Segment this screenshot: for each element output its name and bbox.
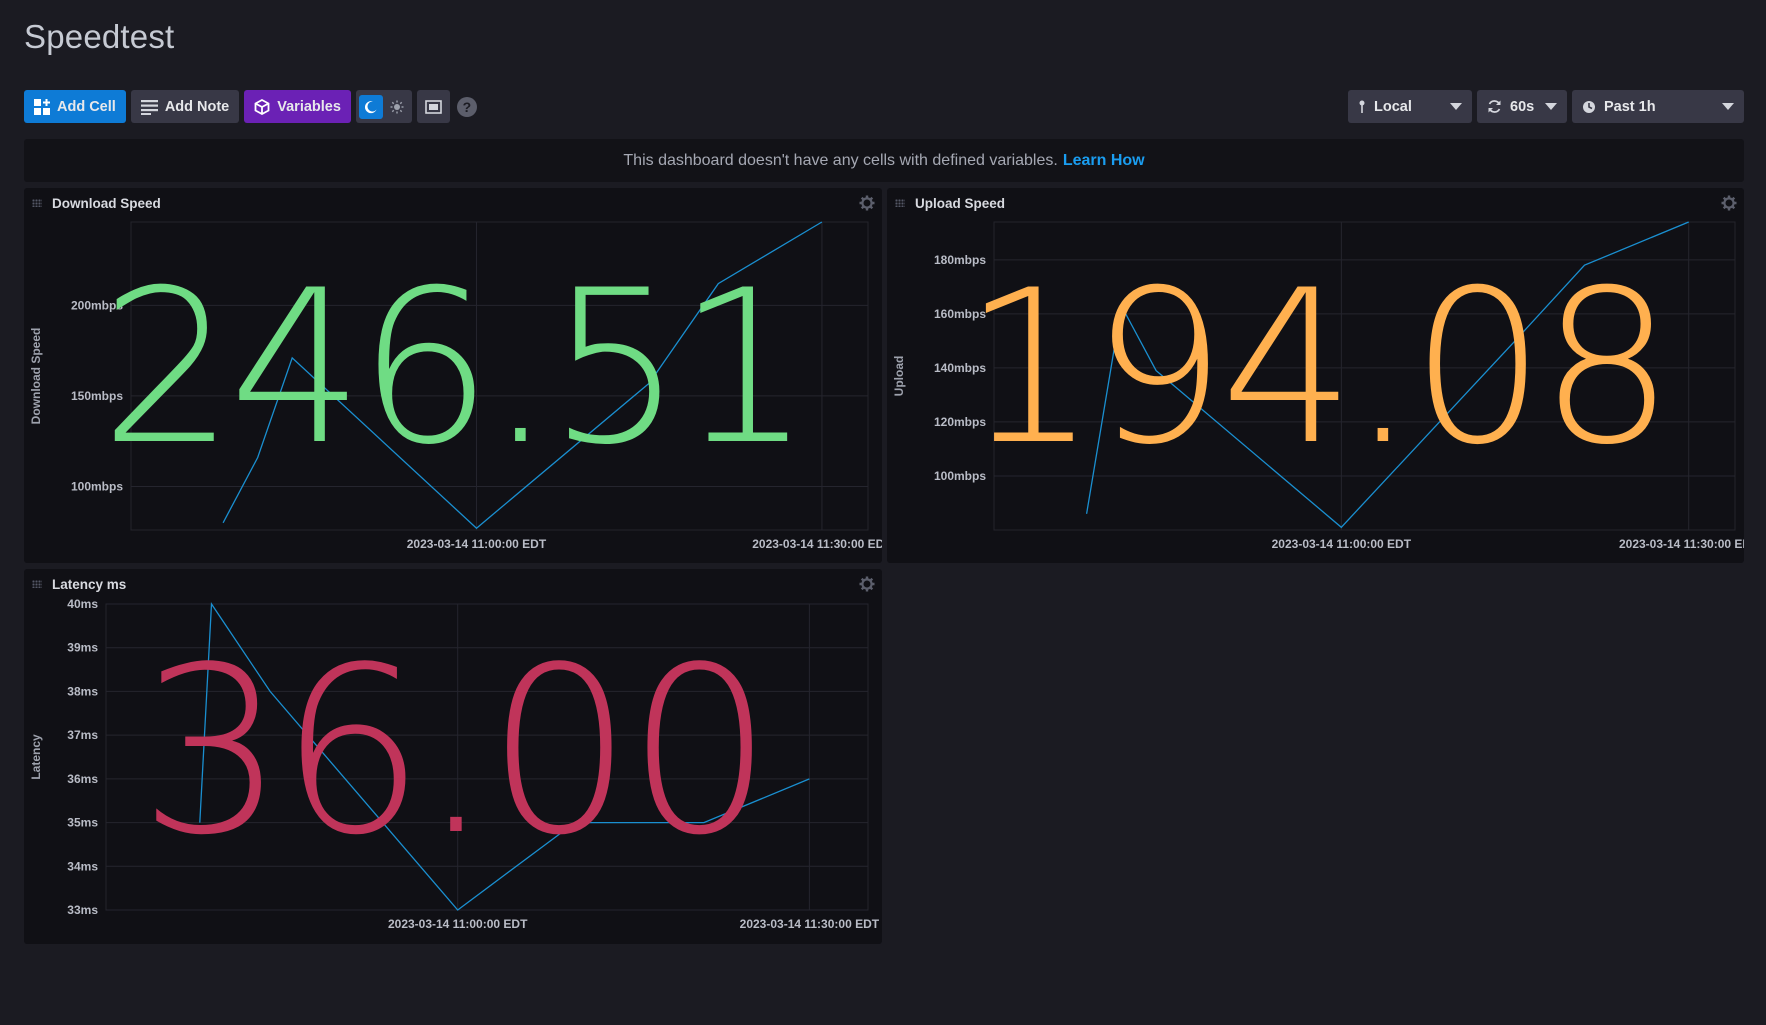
fullscreen-icon bbox=[425, 99, 442, 114]
x-tick-label: 2023-03-14 11:00:00 EDT bbox=[1272, 537, 1412, 551]
add-cell-label: Add Cell bbox=[57, 98, 116, 115]
refresh-value: 60s bbox=[1510, 98, 1535, 115]
y-tick-label: 34ms bbox=[67, 859, 98, 873]
gear-icon[interactable] bbox=[859, 195, 875, 211]
chevron-down-icon bbox=[1450, 103, 1462, 110]
gear-icon[interactable] bbox=[1721, 195, 1737, 211]
variables-button[interactable]: Variables bbox=[244, 90, 351, 123]
x-tick-label: 2023-03-14 11:30:00 EDT bbox=[1619, 537, 1744, 551]
y-tick-label: 140mbps bbox=[934, 361, 986, 375]
light-mode-option[interactable] bbox=[385, 95, 409, 119]
x-tick-label: 2023-03-14 11:30:00 EDT bbox=[740, 917, 880, 931]
cell-header: Download Speed bbox=[24, 188, 882, 216]
y-tick-label: 33ms bbox=[67, 903, 98, 917]
gear-icon[interactable] bbox=[859, 576, 875, 592]
time-range-dropdown[interactable]: Past 1h bbox=[1572, 90, 1744, 123]
dashboard-toolbar: Add Cell Add Note Variables ? bbox=[24, 90, 477, 123]
note-icon bbox=[140, 99, 158, 115]
y-tick-label: 37ms bbox=[67, 728, 98, 742]
chevron-down-icon bbox=[1722, 103, 1734, 110]
series-line bbox=[222, 221, 823, 530]
add-note-label: Add Note bbox=[164, 98, 230, 115]
variables-label: Variables bbox=[277, 98, 341, 115]
cell-header: Latency ms bbox=[24, 569, 882, 597]
variables-notice: This dashboard doesn't have any cells wi… bbox=[24, 139, 1744, 182]
x-tick-label: 2023-03-14 11:30:00 EDT bbox=[752, 537, 882, 551]
download-speed-cell: 100mbps 150mbps 200mbps 2023-03-14 11:00:00… bbox=[24, 188, 882, 563]
y-tick-label: 200mbps bbox=[71, 298, 123, 312]
plot-area bbox=[993, 221, 1736, 531]
y-tick-label: 36ms bbox=[67, 772, 98, 786]
series-line bbox=[1085, 221, 1689, 529]
latency-cell: 33ms 34ms 35ms 36ms 37ms 38ms 39ms 40ms 2023-03-… bbox=[24, 569, 882, 944]
time-range-value: Past 1h bbox=[1604, 98, 1656, 115]
add-note-button[interactable]: Add Note bbox=[130, 90, 240, 123]
y-tick-label: 180mbps bbox=[934, 253, 986, 267]
plot-area bbox=[105, 603, 869, 911]
notice-text: This dashboard doesn't have any cells wi… bbox=[623, 151, 1058, 169]
upload-speed-chart: 100mbps 120mbps 140mbps 160mbps 180mbps 2023-… bbox=[892, 221, 1744, 551]
series-line bbox=[199, 602, 810, 911]
chevron-down-icon bbox=[1545, 103, 1557, 110]
x-tick-label: 2023-03-14 11:00:00 EDT bbox=[407, 537, 547, 551]
cell-title: Upload Speed bbox=[915, 196, 1006, 211]
y-tick-label: 160mbps bbox=[934, 307, 986, 321]
add-cell-button[interactable]: Add Cell bbox=[24, 90, 126, 123]
refresh-icon bbox=[1488, 100, 1501, 113]
y-tick-label: 100mbps bbox=[71, 480, 123, 494]
timezone-dropdown[interactable]: Local bbox=[1348, 90, 1472, 123]
help-icon[interactable]: ? bbox=[456, 96, 477, 117]
refresh-dropdown[interactable]: 60s bbox=[1477, 90, 1567, 123]
y-tick-label: 39ms bbox=[67, 641, 98, 655]
dark-mode-option[interactable] bbox=[358, 94, 383, 119]
y-tick-label: 150mbps bbox=[71, 389, 123, 403]
cube-icon bbox=[254, 98, 270, 115]
moon-icon bbox=[364, 100, 377, 113]
y-axis-label: Latency bbox=[29, 734, 43, 780]
page-title: Speedtest bbox=[24, 18, 175, 55]
plot-area bbox=[130, 221, 869, 531]
theme-toggle bbox=[355, 90, 412, 123]
pin-icon bbox=[1359, 100, 1365, 113]
y-tick-label: 40ms bbox=[67, 597, 98, 611]
cell-header: Upload Speed bbox=[887, 188, 1744, 216]
y-tick-label: 100mbps bbox=[934, 469, 986, 483]
upload-speed-cell: 100mbps 120mbps 140mbps 160mbps 180mbps 2023-… bbox=[887, 188, 1744, 563]
x-tick-label: 2023-03-14 11:00:00 EDT bbox=[388, 917, 528, 931]
cell-title: Download Speed bbox=[52, 196, 161, 211]
drag-handle-icon[interactable] bbox=[32, 580, 42, 588]
drag-handle-icon[interactable] bbox=[32, 199, 42, 207]
timezone-value: Local bbox=[1374, 98, 1412, 115]
time-controls: Local 60s Past 1h bbox=[1348, 90, 1744, 123]
y-axis-label: Upload bbox=[892, 356, 906, 397]
presentation-mode-button[interactable] bbox=[416, 90, 450, 123]
download-speed-chart: 100mbps 150mbps 200mbps 2023-03-14 11:00:00… bbox=[29, 221, 882, 551]
cell-title: Latency ms bbox=[52, 577, 127, 592]
y-tick-label: 38ms bbox=[67, 684, 98, 698]
clock-icon bbox=[1583, 100, 1595, 113]
y-tick-label: 35ms bbox=[67, 816, 98, 830]
drag-handle-icon[interactable] bbox=[895, 199, 905, 207]
learn-how-link[interactable]: Learn How bbox=[1063, 152, 1145, 170]
y-tick-label: 120mbps bbox=[934, 415, 986, 429]
add-cell-icon bbox=[34, 98, 50, 115]
sun-icon bbox=[390, 100, 404, 113]
latency-chart: 33ms 34ms 35ms 36ms 37ms 38ms 39ms 40ms 2023-03-… bbox=[29, 597, 880, 931]
y-axis-label: Download Speed bbox=[29, 328, 43, 425]
